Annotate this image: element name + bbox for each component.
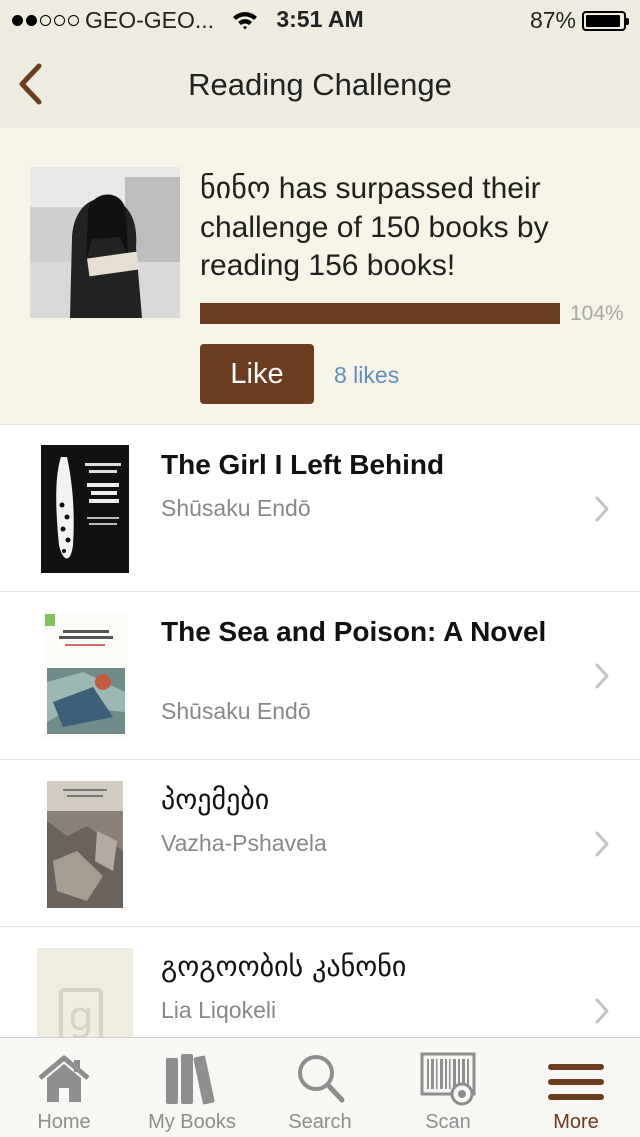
tab-label: Scan <box>425 1111 471 1133</box>
tab-search[interactable]: Search <box>256 1038 384 1137</box>
list-item[interactable]: პოემები Vazha-Pshavela <box>0 759 640 927</box>
svg-text:g: g <box>68 994 93 1040</box>
menu-icon <box>548 1064 604 1100</box>
book-title: The Girl I Left Behind <box>161 449 445 480</box>
home-icon <box>38 1055 90 1102</box>
tab-more[interactable]: More <box>512 1038 640 1137</box>
book-author: Shūsaku Endō <box>161 495 311 521</box>
tab-my-books[interactable]: My Books <box>128 1038 256 1137</box>
barcode-scan-icon <box>420 1052 476 1106</box>
challenge-progress-bar <box>200 303 560 324</box>
list-item[interactable]: The Girl I Left Behind Shūsaku Endō <box>0 424 640 592</box>
chevron-right-icon <box>595 831 609 857</box>
tab-label: Home <box>37 1111 91 1133</box>
book-title: გოგოობის კანონი <box>161 950 407 983</box>
book-cover <box>43 612 127 739</box>
books-icon <box>166 1054 215 1105</box>
status-bar: GEO-GEO... 3:51 AM 87% <box>0 0 640 40</box>
tab-home[interactable]: Home <box>0 1038 128 1137</box>
search-icon <box>298 1055 345 1103</box>
like-button[interactable]: Like <box>200 344 314 404</box>
tab-scan[interactable]: Scan <box>384 1038 512 1137</box>
battery-status: 87% <box>529 7 629 34</box>
tab-bar: Home My Books Search Scan More <box>0 1037 640 1137</box>
tab-label: More <box>553 1111 599 1133</box>
tab-label: Search <box>288 1111 352 1133</box>
book-cover <box>47 781 123 908</box>
tab-label: My Books <box>148 1111 236 1133</box>
challenge-progress-fill <box>200 303 560 324</box>
chevron-right-icon <box>595 998 609 1024</box>
book-title: პოემები <box>161 783 270 816</box>
challenge-message: ნინო has surpassed their challenge of 15… <box>200 172 549 282</box>
book-author: Vazha-Pshavela <box>161 830 327 856</box>
book-title: The Sea and Poison: A Novel <box>161 616 547 647</box>
book-cover <box>41 445 129 573</box>
book-author: Lia Liqokeli <box>161 997 277 1023</box>
challenge-summary: ნინო has surpassed their challenge of 15… <box>0 128 640 424</box>
chevron-right-icon <box>595 663 609 689</box>
battery-icon <box>582 10 629 31</box>
challenge-progress-label: 104% <box>570 302 624 325</box>
likes-count-link[interactable]: 8 likes <box>334 362 399 389</box>
book-author: Shūsaku Endō <box>161 698 311 724</box>
navigation-bar: Reading Challenge <box>0 40 640 128</box>
book-cover-placeholder: g <box>37 948 133 1048</box>
list-item[interactable]: The Sea and Poison: A Novel Shūsaku Endō <box>0 591 640 760</box>
battery-percent: 87% <box>529 7 576 33</box>
user-avatar[interactable] <box>30 167 180 318</box>
page-title: Reading Challenge <box>188 67 452 102</box>
chevron-right-icon <box>595 496 609 522</box>
